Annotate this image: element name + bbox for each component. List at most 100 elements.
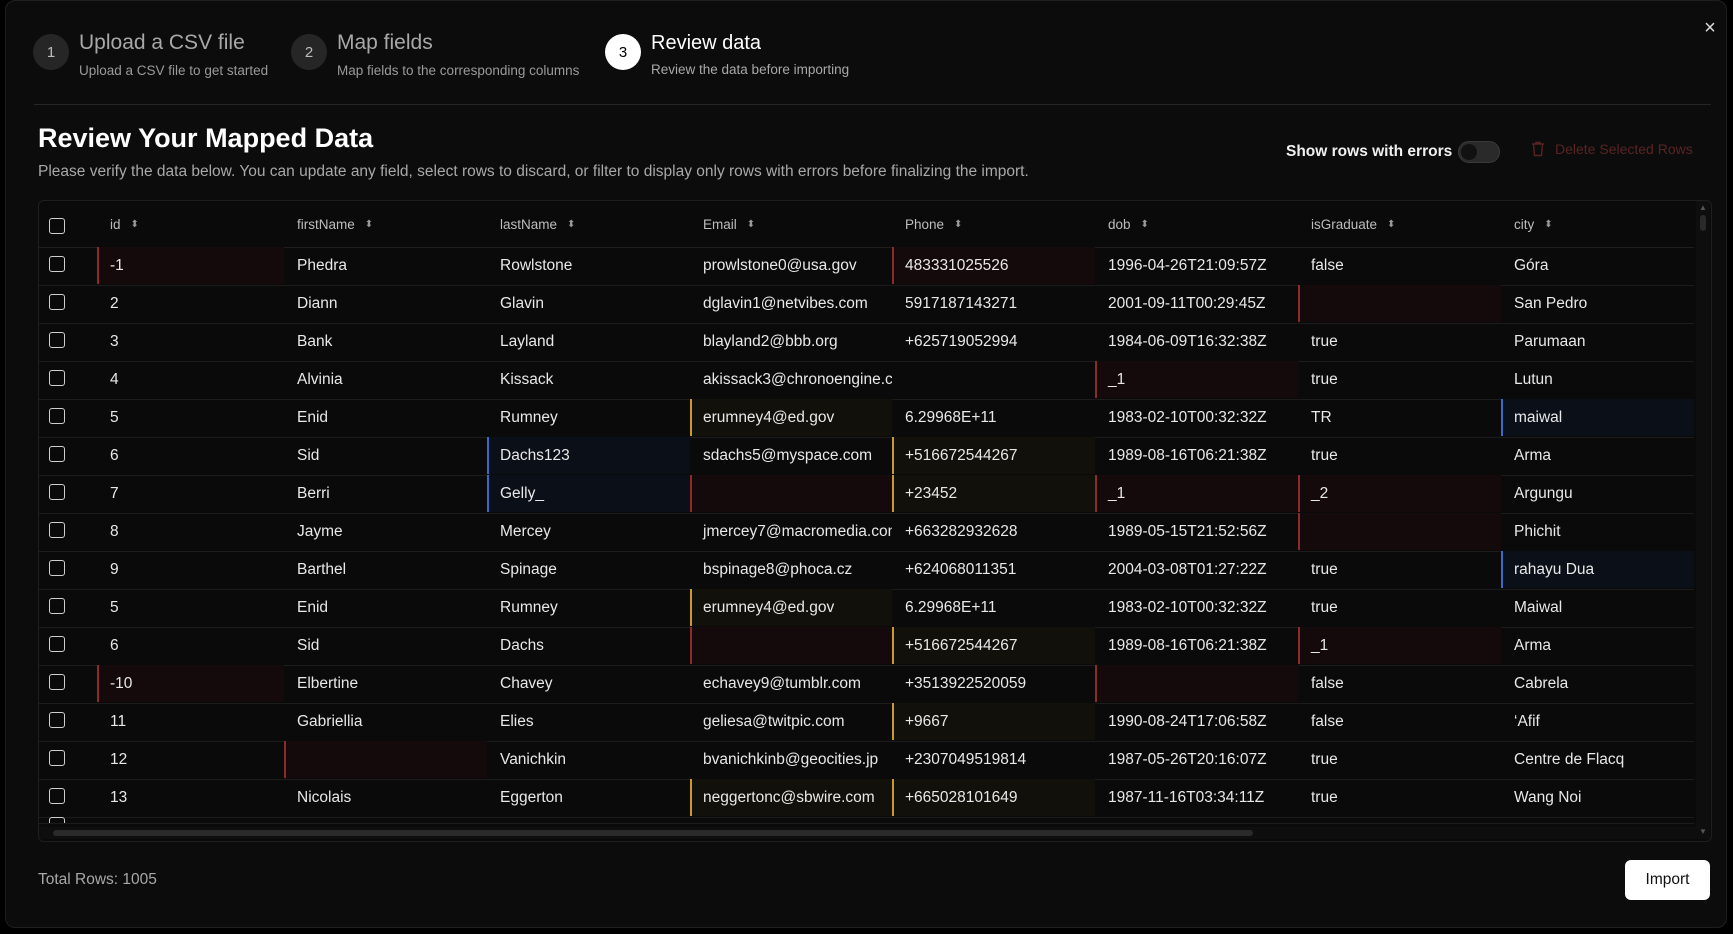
cell-lastname[interactable]: Glavin [487, 285, 690, 322]
cell-dob[interactable]: 1989-08-16T06:21:38Z [1095, 627, 1298, 664]
select-all-checkbox[interactable] [49, 218, 65, 234]
cell-firstname[interactable]: Phedra [284, 247, 487, 284]
cell-email[interactable]: echavey9@tumblr.com [690, 665, 892, 702]
row-checkbox[interactable] [49, 560, 65, 576]
cell-lastname[interactable]: Mercey [487, 513, 690, 550]
column-header-city[interactable]: city ⬍ [1514, 201, 1553, 247]
cell-dob[interactable]: 2001-09-11T00:29:45Z [1095, 285, 1298, 322]
cell-isgraduate[interactable]: true [1298, 323, 1501, 360]
cell-city[interactable]: Arma [1501, 627, 1694, 664]
cell-city[interactable]: Wang Noi [1501, 779, 1694, 816]
cell-city[interactable]: ‘Afif [1501, 703, 1694, 740]
cell-firstname[interactable]: Barthel [284, 551, 487, 588]
cell-lastname[interactable]: Rowlstone [487, 247, 690, 284]
cell-email[interactable]: jmercey7@macromedia.com [690, 513, 892, 550]
column-header-email[interactable]: Email ⬍ [703, 201, 755, 247]
cell-dob[interactable]: 2004-03-08T01:27:22Z [1095, 551, 1298, 588]
cell-isgraduate[interactable]: false [1298, 703, 1501, 740]
cell-phone[interactable]: +2307049519814 [892, 741, 1095, 778]
cell-lastname[interactable]: Rumney [487, 399, 690, 436]
cell-firstname[interactable]: Bank [284, 323, 487, 360]
cell-phone[interactable]: +516672544267 [892, 437, 1095, 474]
cell-dob[interactable]: 1996-04-26T21:09:57Z [1095, 247, 1298, 284]
cell-email[interactable]: sdachs5@myspace.com [690, 437, 892, 474]
sort-icon[interactable]: ⬍ [131, 219, 139, 230]
sort-icon[interactable]: ⬍ [954, 219, 962, 230]
cell-city[interactable]: San Pedro [1501, 285, 1694, 322]
row-checkbox[interactable] [49, 636, 65, 652]
cell-firstname[interactable]: Nicolais [284, 779, 487, 816]
row-checkbox[interactable] [49, 817, 65, 823]
row-checkbox[interactable] [49, 370, 65, 386]
cell-lastname[interactable]: Gelly_ [487, 475, 690, 512]
cell-lastname[interactable]: Rumney [487, 589, 690, 626]
cell-isgraduate[interactable]: true [1298, 551, 1501, 588]
cell-city[interactable]: Parumaan [1501, 323, 1694, 360]
vertical-scrollbar[interactable]: ▲ ▼ [1696, 201, 1710, 839]
cell-email[interactable]: prowlstone0@usa.gov [690, 247, 892, 284]
scroll-thumb[interactable] [53, 830, 1253, 836]
cell-email[interactable] [690, 627, 892, 664]
cell-id[interactable]: 11 [97, 703, 284, 740]
cell-isgraduate[interactable] [1298, 513, 1501, 550]
cell-id[interactable]: 7 [97, 475, 284, 512]
cell-dob[interactable]: 1983-02-10T00:32:32Z [1095, 589, 1298, 626]
column-header-isgraduate[interactable]: isGraduate ⬍ [1311, 201, 1395, 247]
cell-phone[interactable]: +625719052994 [892, 323, 1095, 360]
cell-firstname[interactable]: Sid [284, 437, 487, 474]
cell-firstname[interactable]: Enid [284, 589, 487, 626]
sort-icon[interactable]: ⬍ [1141, 219, 1149, 230]
cell-isgraduate[interactable]: _1 [1298, 627, 1501, 664]
cell-dob[interactable]: 1987-05-26T20:16:07Z [1095, 741, 1298, 778]
cell-dob[interactable]: 1989-05-15T21:52:56Z [1095, 513, 1298, 550]
cell-phone[interactable] [892, 361, 1095, 398]
cell-city[interactable]: Arma [1501, 437, 1694, 474]
row-checkbox[interactable] [49, 522, 65, 538]
scroll-thumb[interactable] [1700, 215, 1706, 231]
column-header-lastname[interactable]: lastName ⬍ [500, 201, 575, 247]
row-checkbox[interactable] [49, 332, 65, 348]
column-header-id[interactable]: id ⬍ [110, 201, 139, 247]
cell-phone[interactable]: 5917187143271 [892, 285, 1095, 322]
cell-email[interactable]: blayland2@bbb.org [690, 323, 892, 360]
cell-email[interactable]: neggertonc@sbwire.com [690, 779, 892, 816]
cell-isgraduate[interactable] [1298, 285, 1501, 322]
cell-city[interactable]: Lutun [1501, 361, 1694, 398]
cell-dob[interactable]: 1984-06-09T16:32:38Z [1095, 323, 1298, 360]
show-errors-toggle[interactable] [1458, 141, 1500, 163]
column-header-firstname[interactable]: firstName ⬍ [297, 201, 373, 247]
sort-icon[interactable]: ⬍ [1544, 219, 1552, 230]
cell-dob[interactable]: 1990-08-24T17:06:58Z [1095, 703, 1298, 740]
cell-phone[interactable]: 6.29968E+11 [892, 399, 1095, 436]
cell-phone[interactable]: +665028101649 [892, 779, 1095, 816]
cell-dob[interactable]: _1 [1095, 475, 1298, 512]
cell-phone[interactable]: 6.29968E+11 [892, 589, 1095, 626]
horizontal-scrollbar[interactable] [39, 827, 1696, 839]
cell-phone[interactable]: 483331025526 [892, 247, 1095, 284]
cell-lastname[interactable]: Dachs [487, 627, 690, 664]
cell-id[interactable]: -10 [97, 665, 284, 702]
cell-firstname[interactable]: Enid [284, 399, 487, 436]
cell-isgraduate[interactable]: true [1298, 589, 1501, 626]
cell-city[interactable]: Maiwal [1501, 589, 1694, 626]
sort-icon[interactable]: ⬍ [365, 219, 373, 230]
cell-city[interactable]: Centre de Flacq [1501, 741, 1694, 778]
cell-city[interactable]: Argungu [1501, 475, 1694, 512]
cell-city[interactable]: Phichit [1501, 513, 1694, 550]
cell-firstname[interactable]: Berri [284, 475, 487, 512]
cell-lastname[interactable]: Chavey [487, 665, 690, 702]
cell-firstname[interactable] [284, 741, 487, 778]
cell-email[interactable]: geliesa@twitpic.com [690, 703, 892, 740]
cell-firstname[interactable]: Elbertine [284, 665, 487, 702]
cell-id[interactable]: 6 [97, 437, 284, 474]
cell-firstname[interactable]: Diann [284, 285, 487, 322]
cell-dob[interactable] [1095, 665, 1298, 702]
sort-icon[interactable]: ⬍ [1387, 219, 1395, 230]
cell-lastname[interactable]: Spinage [487, 551, 690, 588]
cell-email[interactable]: akissack3@chronoengine.com [690, 361, 892, 398]
cell-city[interactable]: Góra [1501, 247, 1694, 284]
cell-city[interactable]: maiwal [1501, 399, 1694, 436]
cell-city[interactable]: rahayu Dua [1501, 551, 1694, 588]
cell-id[interactable]: 13 [97, 779, 284, 816]
cell-isgraduate[interactable]: _2 [1298, 475, 1501, 512]
